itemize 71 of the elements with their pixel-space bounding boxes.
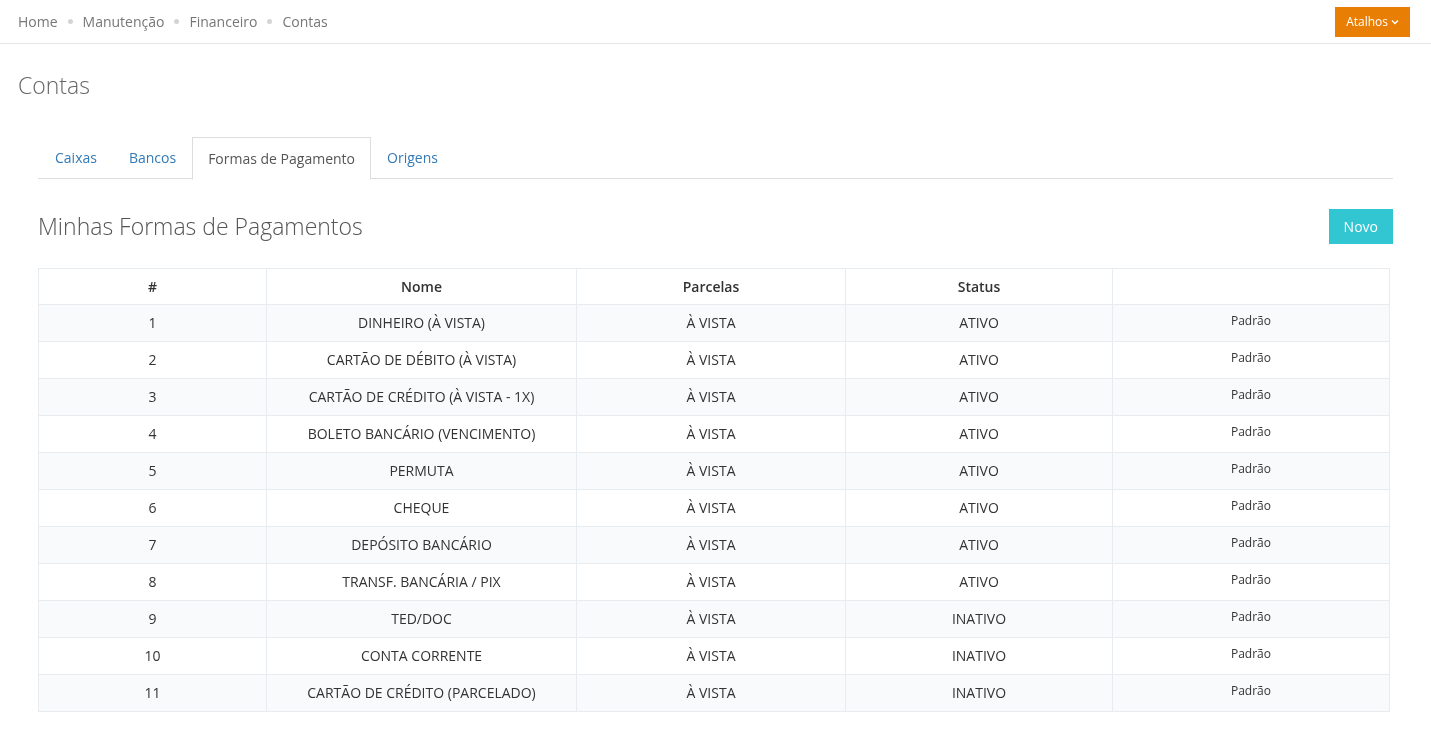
column-header: Nome — [266, 268, 577, 304]
table-cell: 8 — [38, 563, 267, 600]
table-cell: DEPÓSITO BANCÁRIO — [266, 526, 577, 563]
table-cell: 5 — [38, 452, 267, 489]
table-cell: À VISTA — [576, 452, 846, 489]
tab[interactable]: Caixas — [39, 136, 113, 179]
chevron-down-icon — [1391, 18, 1399, 25]
page-title: Contas — [18, 68, 91, 103]
table-cell: INATIVO — [845, 637, 1113, 674]
table-cell: Padrão — [1112, 637, 1390, 674]
table-cell: Padrão — [1112, 415, 1390, 452]
table-cell: 4 — [38, 415, 267, 452]
table-cell: TED/DOC — [266, 600, 577, 637]
table-cell: Padrão — [1112, 489, 1390, 526]
table-cell: CARTÃO DE CRÉDITO (PARCELADO) — [266, 674, 577, 711]
table-cell: À VISTA — [576, 489, 846, 526]
table-cell: 10 — [38, 637, 267, 674]
table-cell: TRANSF. BANCÁRIA / PIX — [266, 563, 577, 600]
table-cell: 2 — [38, 341, 267, 378]
table-cell: À VISTA — [576, 415, 846, 452]
column-header: Status — [845, 268, 1113, 304]
table-cell: PERMUTA — [266, 452, 577, 489]
breadcrumb-link[interactable]: Contas — [282, 11, 328, 32]
table-cell: 7 — [38, 526, 267, 563]
table-cell: Padrão — [1112, 378, 1390, 415]
table-cell: CONTA CORRENTE — [266, 637, 577, 674]
table-cell: BOLETO BANCÁRIO (VENCIMENTO) — [266, 415, 577, 452]
table-cell: À VISTA — [576, 341, 846, 378]
table-cell: INATIVO — [845, 600, 1113, 637]
table-cell: À VISTA — [576, 378, 846, 415]
table-cell: Padrão — [1112, 341, 1390, 378]
table-cell: ATIVO — [845, 415, 1113, 452]
table-cell: Padrão — [1112, 452, 1390, 489]
table-cell: À VISTA — [576, 563, 846, 600]
table-cell: Padrão — [1112, 674, 1390, 711]
tab[interactable]: Bancos — [112, 136, 193, 179]
table-cell: CARTÃO DE DÉBITO (À VISTA) — [266, 341, 577, 378]
table-cell: À VISTA — [576, 637, 846, 674]
section-title: Minhas Formas de Pagamentos — [38, 208, 363, 244]
table-cell: À VISTA — [576, 674, 846, 711]
table-cell: Padrão — [1112, 526, 1390, 563]
shortcuts-button[interactable]: Atalhos — [1335, 6, 1410, 37]
table-cell: 1 — [38, 304, 267, 341]
table-cell: À VISTA — [576, 304, 846, 341]
table-cell: À VISTA — [576, 526, 846, 563]
table-cell: Padrão — [1112, 563, 1390, 600]
column-header: # — [38, 268, 267, 304]
table-cell: 3 — [38, 378, 267, 415]
tab[interactable]: Formas de Pagamento — [192, 136, 372, 180]
table-cell: ATIVO — [845, 341, 1113, 378]
breadcrumb-link[interactable]: Manutenção — [82, 11, 165, 32]
table-cell: 9 — [38, 600, 267, 637]
table-cell: ATIVO — [845, 563, 1113, 600]
table-cell: DINHEIRO (À VISTA) — [266, 304, 577, 341]
table-cell: ATIVO — [845, 526, 1113, 563]
column-header: Parcelas — [576, 268, 846, 304]
table-cell: ATIVO — [845, 378, 1113, 415]
tab[interactable]: Origens — [371, 136, 454, 179]
table-cell: Padrão — [1112, 600, 1390, 637]
table-cell: INATIVO — [845, 674, 1113, 711]
table-cell: À VISTA — [576, 600, 846, 637]
table-cell: Padrão — [1112, 304, 1390, 341]
table-cell: ATIVO — [845, 304, 1113, 341]
table-cell: ATIVO — [845, 489, 1113, 526]
table-cell: ATIVO — [845, 452, 1113, 489]
table-cell: 11 — [38, 674, 267, 711]
breadcrumb-link[interactable]: Home — [18, 11, 58, 32]
table-cell: CHEQUE — [266, 489, 577, 526]
breadcrumb-link[interactable]: Financeiro — [189, 11, 258, 32]
table-cell: CARTÃO DE CRÉDITO (À VISTA - 1X) — [266, 378, 577, 415]
table-cell: 6 — [38, 489, 267, 526]
